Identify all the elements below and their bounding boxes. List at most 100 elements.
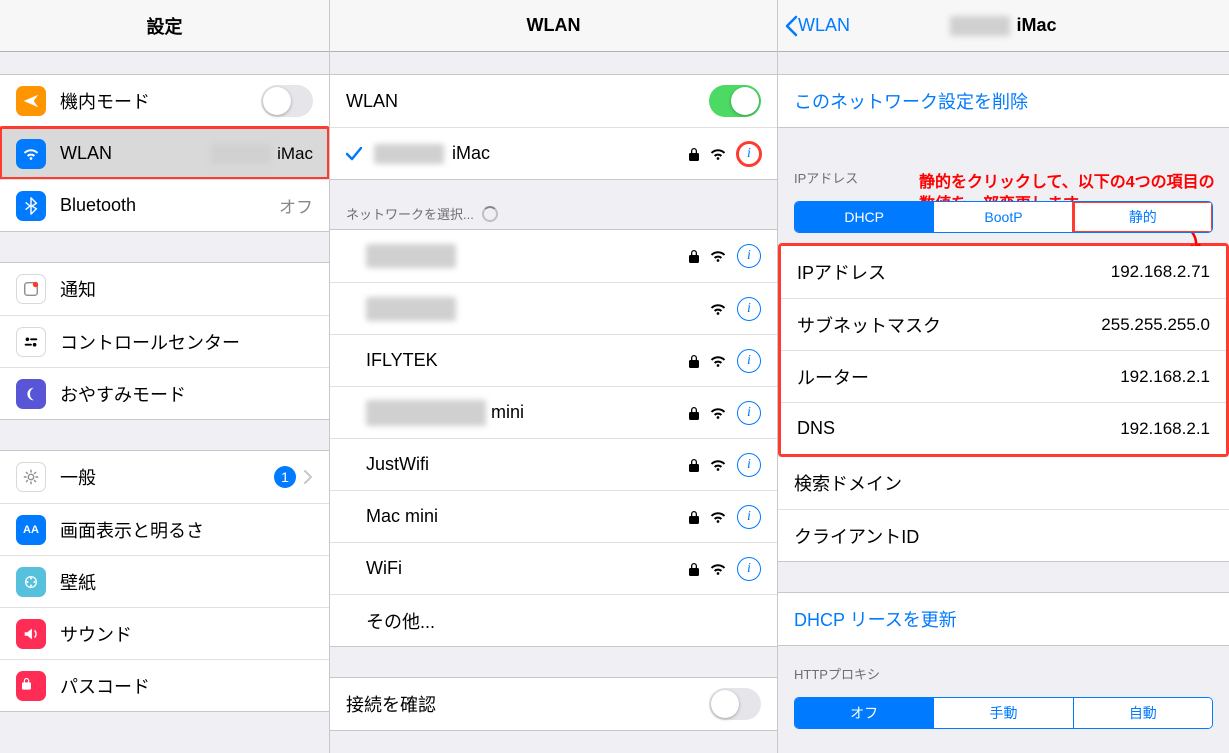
blurred-network-prefix: [950, 16, 1010, 36]
settings-row-passcode[interactable]: パスコード: [0, 659, 329, 711]
ask-label: 接続を確認: [346, 691, 709, 717]
settings-row-notify[interactable]: 通知: [0, 263, 329, 315]
info-button[interactable]: i: [737, 557, 761, 581]
row-label: WLAN: [60, 143, 211, 164]
network-row[interactable]: Mac minii: [330, 490, 777, 542]
proxy-tab-自動[interactable]: 自動: [1074, 698, 1212, 728]
row-label: おやすみモード: [60, 381, 313, 407]
connected-network-row[interactable]: iMaci: [330, 127, 777, 179]
forget-network-row[interactable]: このネットワーク設定を削除: [778, 75, 1229, 127]
info-button[interactable]: i: [737, 142, 761, 166]
lock-icon: [689, 354, 699, 368]
sound-icon: [16, 619, 46, 649]
settings-row-airplane[interactable]: 機内モード: [0, 75, 329, 127]
wallpaper-icon: [16, 567, 46, 597]
wlan-title: WLAN: [527, 15, 581, 36]
field-label: ルーター: [797, 364, 1120, 390]
lock-icon: [689, 406, 699, 420]
blurred-text: [366, 244, 456, 268]
toggle[interactable]: [261, 85, 313, 117]
settings-sidebar: 設定 機内モードWLANiMacBluetoothオフ通知コントロールセンターお…: [0, 0, 330, 753]
lock-icon: [689, 458, 699, 472]
ip-fields-group: IPアドレス192.168.2.71サブネットマスク255.255.255.0ル…: [778, 243, 1229, 457]
ask-toggle[interactable]: [709, 688, 761, 720]
settings-row-wlan[interactable]: WLANiMac: [0, 127, 329, 179]
ip-field-row[interactable]: サブネットマスク255.255.255.0: [781, 298, 1226, 350]
passcode-icon: [16, 671, 46, 701]
wlan-toggle[interactable]: [709, 85, 761, 117]
wifi-icon: [709, 147, 727, 161]
field-value: 192.168.2.1: [1120, 367, 1210, 387]
network-row[interactable]: IFLYTEKi: [330, 334, 777, 386]
row-label: 壁紙: [60, 569, 313, 595]
field-value: 192.168.2.1: [1120, 419, 1210, 439]
general-icon: [16, 462, 46, 492]
ip-config-tabs: DHCPBootP静的: [794, 201, 1213, 233]
settings-row-dnd[interactable]: おやすみモード: [0, 367, 329, 419]
settings-row-display[interactable]: AA 画面表示と明るさ: [0, 503, 329, 555]
network-name: JustWifi: [366, 454, 689, 475]
wifi-icon: [709, 302, 727, 316]
dnd-icon: [16, 379, 46, 409]
client-id-row[interactable]: クライアントID: [778, 509, 1229, 561]
other-network-row[interactable]: その他...: [330, 594, 777, 646]
network-row[interactable]: JustWifi i: [330, 438, 777, 490]
row-label: 画面表示と明るさ: [60, 517, 313, 543]
wifi-icon: [709, 458, 727, 472]
detail-navbar: WLAN iMac: [778, 0, 1229, 52]
bt-icon: [16, 191, 46, 221]
tab-BootP[interactable]: BootP: [934, 202, 1073, 232]
wifi-icon: [709, 510, 727, 524]
proxy-tab-オフ[interactable]: オフ: [795, 698, 934, 728]
wlan-toggle-row: WLAN: [330, 75, 777, 127]
info-button[interactable]: i: [737, 349, 761, 373]
row-label: Bluetooth: [60, 195, 279, 216]
info-button[interactable]: i: [737, 505, 761, 529]
proxy-tabs: オフ手動自動: [794, 697, 1213, 729]
forget-label: このネットワーク設定を削除: [794, 88, 1213, 114]
wlan-icon: [16, 139, 46, 169]
network-row[interactable]: i: [330, 282, 777, 334]
detail-title: iMac: [1016, 15, 1056, 36]
network-row[interactable]: WiFii: [330, 542, 777, 594]
row-label: 通知: [60, 276, 313, 302]
info-button[interactable]: i: [737, 244, 761, 268]
other-label: その他...: [366, 608, 761, 634]
lock-icon: [689, 510, 699, 524]
row-label: 一般: [60, 464, 274, 490]
proxy-tab-手動[interactable]: 手動: [934, 698, 1073, 728]
settings-navbar: 設定: [0, 0, 329, 52]
tab-DHCP[interactable]: DHCP: [795, 202, 934, 232]
field-label: 検索ドメイン: [794, 470, 1213, 496]
wifi-icon: [709, 562, 727, 576]
ip-field-row[interactable]: IPアドレス192.168.2.71: [781, 246, 1226, 298]
settings-title: 設定: [147, 13, 183, 39]
display-icon: AA: [16, 515, 46, 545]
search-domain-row[interactable]: 検索ドメイン: [778, 457, 1229, 509]
settings-row-bt[interactable]: Bluetoothオフ: [0, 179, 329, 231]
blurred-text: [366, 297, 456, 321]
ip-field-row[interactable]: ルーター192.168.2.1: [781, 350, 1226, 402]
renew-lease-row[interactable]: DHCP リースを更新: [778, 593, 1229, 645]
network-row[interactable]: minii: [330, 386, 777, 438]
wifi-icon: [709, 354, 727, 368]
back-label: WLAN: [798, 15, 850, 36]
settings-row-sound[interactable]: サウンド: [0, 607, 329, 659]
blurred-text: [211, 144, 271, 164]
back-button[interactable]: WLAN: [784, 15, 850, 37]
tab-静的[interactable]: 静的: [1074, 202, 1212, 232]
settings-row-cc[interactable]: コントロールセンター: [0, 315, 329, 367]
info-button[interactable]: i: [737, 297, 761, 321]
proxy-section-header: HTTPプロキシ: [778, 646, 1229, 689]
cc-icon: [16, 327, 46, 357]
network-name: [366, 297, 709, 321]
lock-icon: [689, 562, 699, 576]
settings-row-wallpaper[interactable]: 壁紙: [0, 555, 329, 607]
spinner-icon: [482, 206, 498, 222]
ip-field-row[interactable]: DNS192.168.2.1: [781, 402, 1226, 454]
network-row[interactable]: i: [330, 230, 777, 282]
info-button[interactable]: i: [737, 401, 761, 425]
renew-label: DHCP リースを更新: [794, 606, 1213, 632]
settings-row-general[interactable]: 一般1: [0, 451, 329, 503]
info-button[interactable]: i: [737, 453, 761, 477]
